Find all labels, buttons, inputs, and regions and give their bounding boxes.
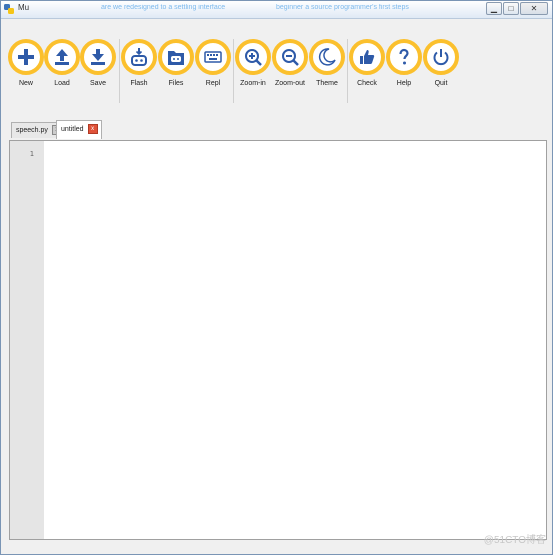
download-icon [91, 49, 105, 65]
flash-button[interactable]: Flash [121, 39, 157, 87]
tab-untitled[interactable]: untitled x [56, 120, 102, 139]
zoom-out-label: Zoom-out [275, 80, 305, 87]
toolbar-divider [233, 39, 234, 103]
zoom-out-button[interactable]: Zoom-out [272, 39, 308, 87]
thumbs-up-icon [360, 50, 375, 64]
new-label: New [18, 80, 33, 87]
zoom-in-label: Zoom-in [240, 80, 266, 87]
power-icon [433, 49, 449, 66]
tab-label: speech.py [16, 127, 48, 134]
microbit-files-icon [168, 51, 184, 65]
load-label: Load [54, 80, 70, 87]
toolbar: New Load Save Flash Files Repl Zoom-in Z… [1, 19, 552, 117]
check-button[interactable]: Check [349, 39, 385, 87]
files-button[interactable]: Files [158, 39, 194, 87]
minimize-button[interactable]: ▁ [486, 2, 502, 15]
python-logo-icon [4, 4, 14, 14]
toolbar-divider [119, 39, 120, 103]
theme-button[interactable]: Theme [309, 39, 345, 87]
save-button[interactable]: Save [80, 39, 116, 87]
toolbar-divider [347, 39, 348, 103]
background-text: beginner a source programmer's first ste… [276, 4, 409, 11]
upload-icon [55, 49, 69, 65]
title-bar: Mu are we redesigned to a settling inter… [1, 1, 552, 19]
close-tab-icon[interactable]: x [87, 124, 98, 135]
zoom-in-icon [245, 49, 262, 66]
quit-button[interactable]: Quit [423, 39, 459, 87]
repl-button[interactable]: Repl [195, 39, 231, 87]
load-button[interactable]: Load [44, 39, 80, 87]
repl-label: Repl [205, 80, 221, 87]
plus-icon [18, 49, 34, 65]
check-label: Check [357, 80, 377, 87]
microbit-flash-icon [131, 48, 147, 66]
background-text: are we redesigned to a settling interfac… [101, 4, 226, 11]
code-editor[interactable]: 1 [9, 140, 547, 540]
watermark: @51CTO博客 [483, 535, 546, 546]
quit-label: Quit [434, 80, 448, 87]
mu-editor-window: Mu are we redesigned to a settling inter… [0, 0, 553, 555]
question-icon [399, 48, 409, 65]
zoom-in-button[interactable]: Zoom-in [235, 39, 271, 87]
line-number-gutter: 1 [10, 141, 44, 539]
moon-icon [318, 48, 336, 66]
tab-label: untitled [61, 126, 84, 133]
new-button[interactable]: New [8, 39, 44, 87]
help-button[interactable]: Help [386, 39, 422, 87]
file-tab-bar: speech.py x untitledx [1, 118, 552, 140]
files-label: Files [168, 80, 184, 87]
window-controls: ▁ □ ✕ [486, 2, 548, 15]
close-window-button[interactable]: ✕ [520, 2, 548, 15]
flash-label: Flash [130, 80, 148, 87]
keyboard-icon [204, 51, 222, 63]
line-number: 1 [29, 150, 34, 158]
window-title: Mu [18, 3, 30, 12]
theme-label: Theme [316, 80, 338, 87]
save-label: Save [90, 80, 106, 87]
maximize-button[interactable]: □ [503, 2, 519, 15]
help-label: Help [396, 80, 412, 87]
zoom-out-icon [282, 49, 299, 66]
